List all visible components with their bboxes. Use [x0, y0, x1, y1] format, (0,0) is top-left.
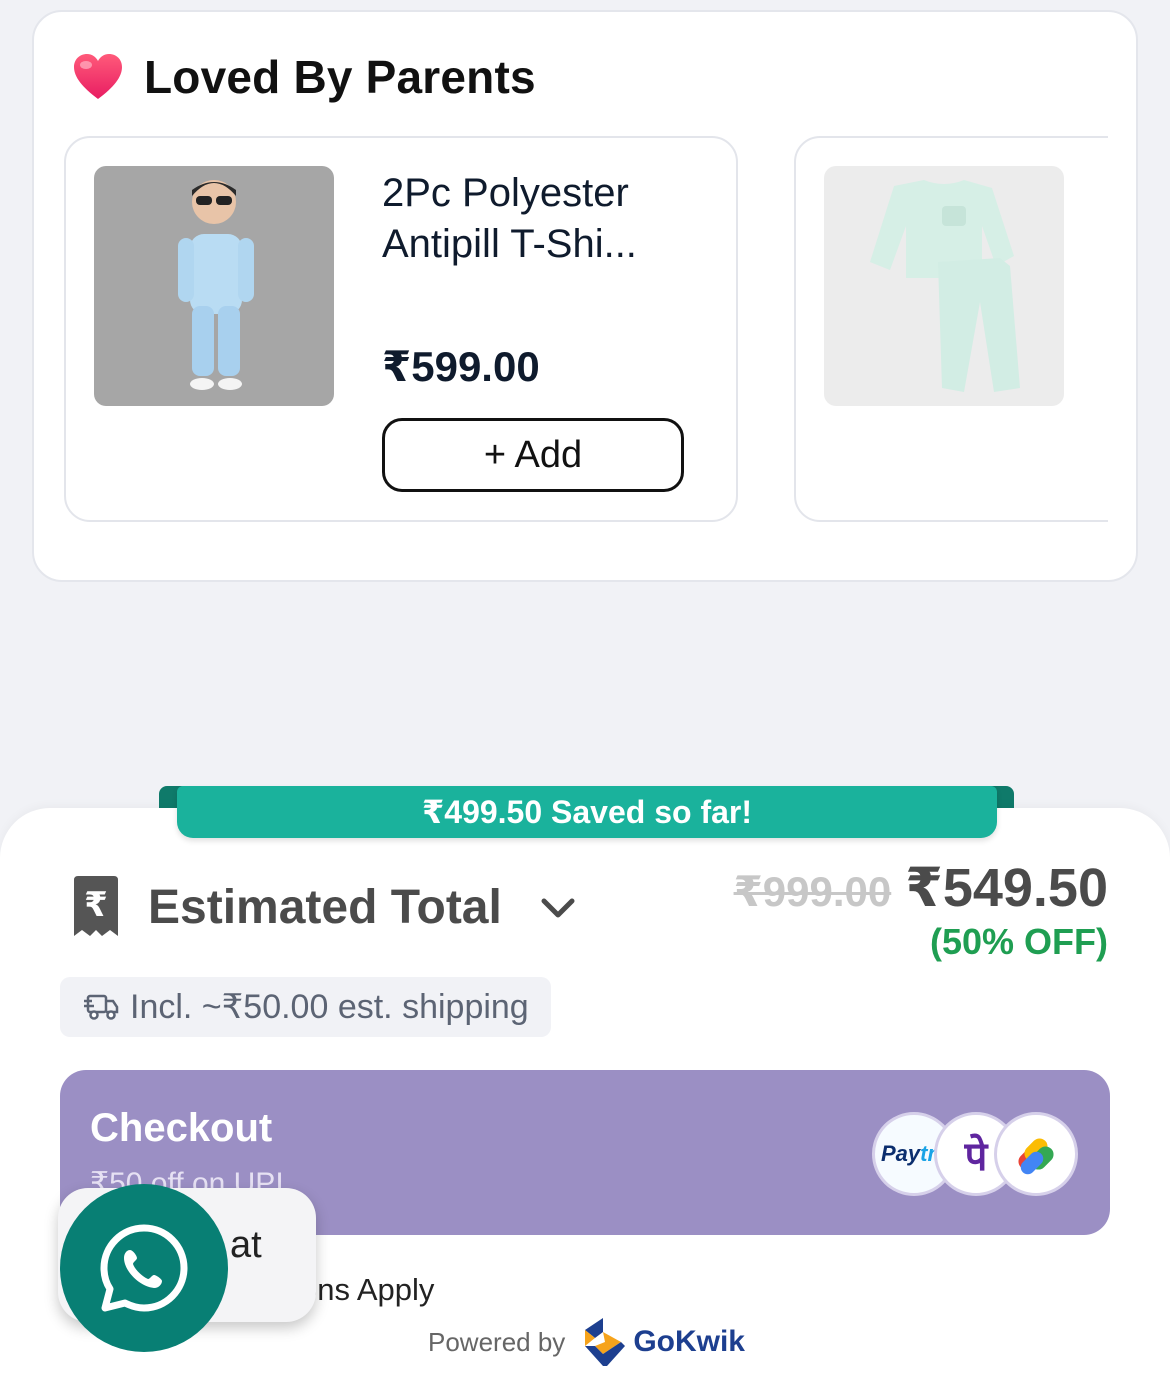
- section-title: Loved By Parents: [144, 51, 536, 103]
- savings-banner: ₹499.50 Saved so far!: [177, 786, 997, 838]
- checkout-title[interactable]: Checkout: [90, 1106, 272, 1151]
- estimated-total-label[interactable]: Estimated Total: [148, 880, 502, 935]
- receipt-icon: ₹: [74, 876, 118, 936]
- shipping-note: Incl. ~₹50.00 est. shipping: [60, 977, 551, 1037]
- powered-by: Powered by GoKwik: [428, 1316, 745, 1368]
- product-card[interactable]: 2Pc Polyester Antipill T-Shi... ₹599.00 …: [64, 136, 738, 522]
- loved-by-parents-section: Loved By Parents 2Pc Polyester Antipill …: [32, 10, 1138, 582]
- chat-label[interactable]: at: [230, 1224, 262, 1267]
- payment-icons: Paytm पे: [872, 1112, 1078, 1196]
- product-image[interactable]: [94, 166, 334, 406]
- gokwik-brand: GoKwik: [633, 1325, 745, 1358]
- chevron-down-icon[interactable]: [538, 887, 578, 927]
- add-to-cart-button[interactable]: + Add: [382, 418, 684, 492]
- estimated-total-toggle[interactable]: ₹ Estimated Total: [70, 876, 578, 938]
- section-header: Loved By Parents: [72, 50, 536, 104]
- paytm-label-pay: Pay: [880, 1141, 921, 1166]
- whatsapp-icon: [100, 1224, 188, 1312]
- discount-percent: (50% OFF): [929, 921, 1108, 962]
- gokwik-logo: GoKwik: [581, 1316, 745, 1368]
- original-price: ₹999.00: [733, 868, 892, 915]
- product-price: ₹599.00: [382, 343, 540, 390]
- product-image[interactable]: [824, 166, 1064, 406]
- shipping-text: Incl. ~₹50.00 est. shipping: [130, 988, 529, 1026]
- price-block: ₹999.00 ₹549.50 (50% OFF): [734, 856, 1108, 963]
- product-card[interactable]: [794, 136, 1108, 522]
- phonepe-glyph: पे: [964, 1133, 988, 1180]
- product-carousel[interactable]: 2Pc Polyester Antipill T-Shi... ₹599.00 …: [64, 136, 1108, 526]
- svg-text:₹: ₹: [84, 885, 108, 925]
- google-pay-icon: [994, 1112, 1078, 1196]
- powered-by-label: Powered by: [428, 1326, 566, 1357]
- truck-icon: [84, 994, 119, 1020]
- gokwik-mark-icon: [585, 1318, 626, 1366]
- whatsapp-button[interactable]: [60, 1184, 228, 1352]
- final-price: ₹549.50: [905, 858, 1108, 918]
- product-name[interactable]: 2Pc Polyester Antipill T-Shi...: [382, 168, 702, 270]
- heart-icon: [74, 54, 122, 99]
